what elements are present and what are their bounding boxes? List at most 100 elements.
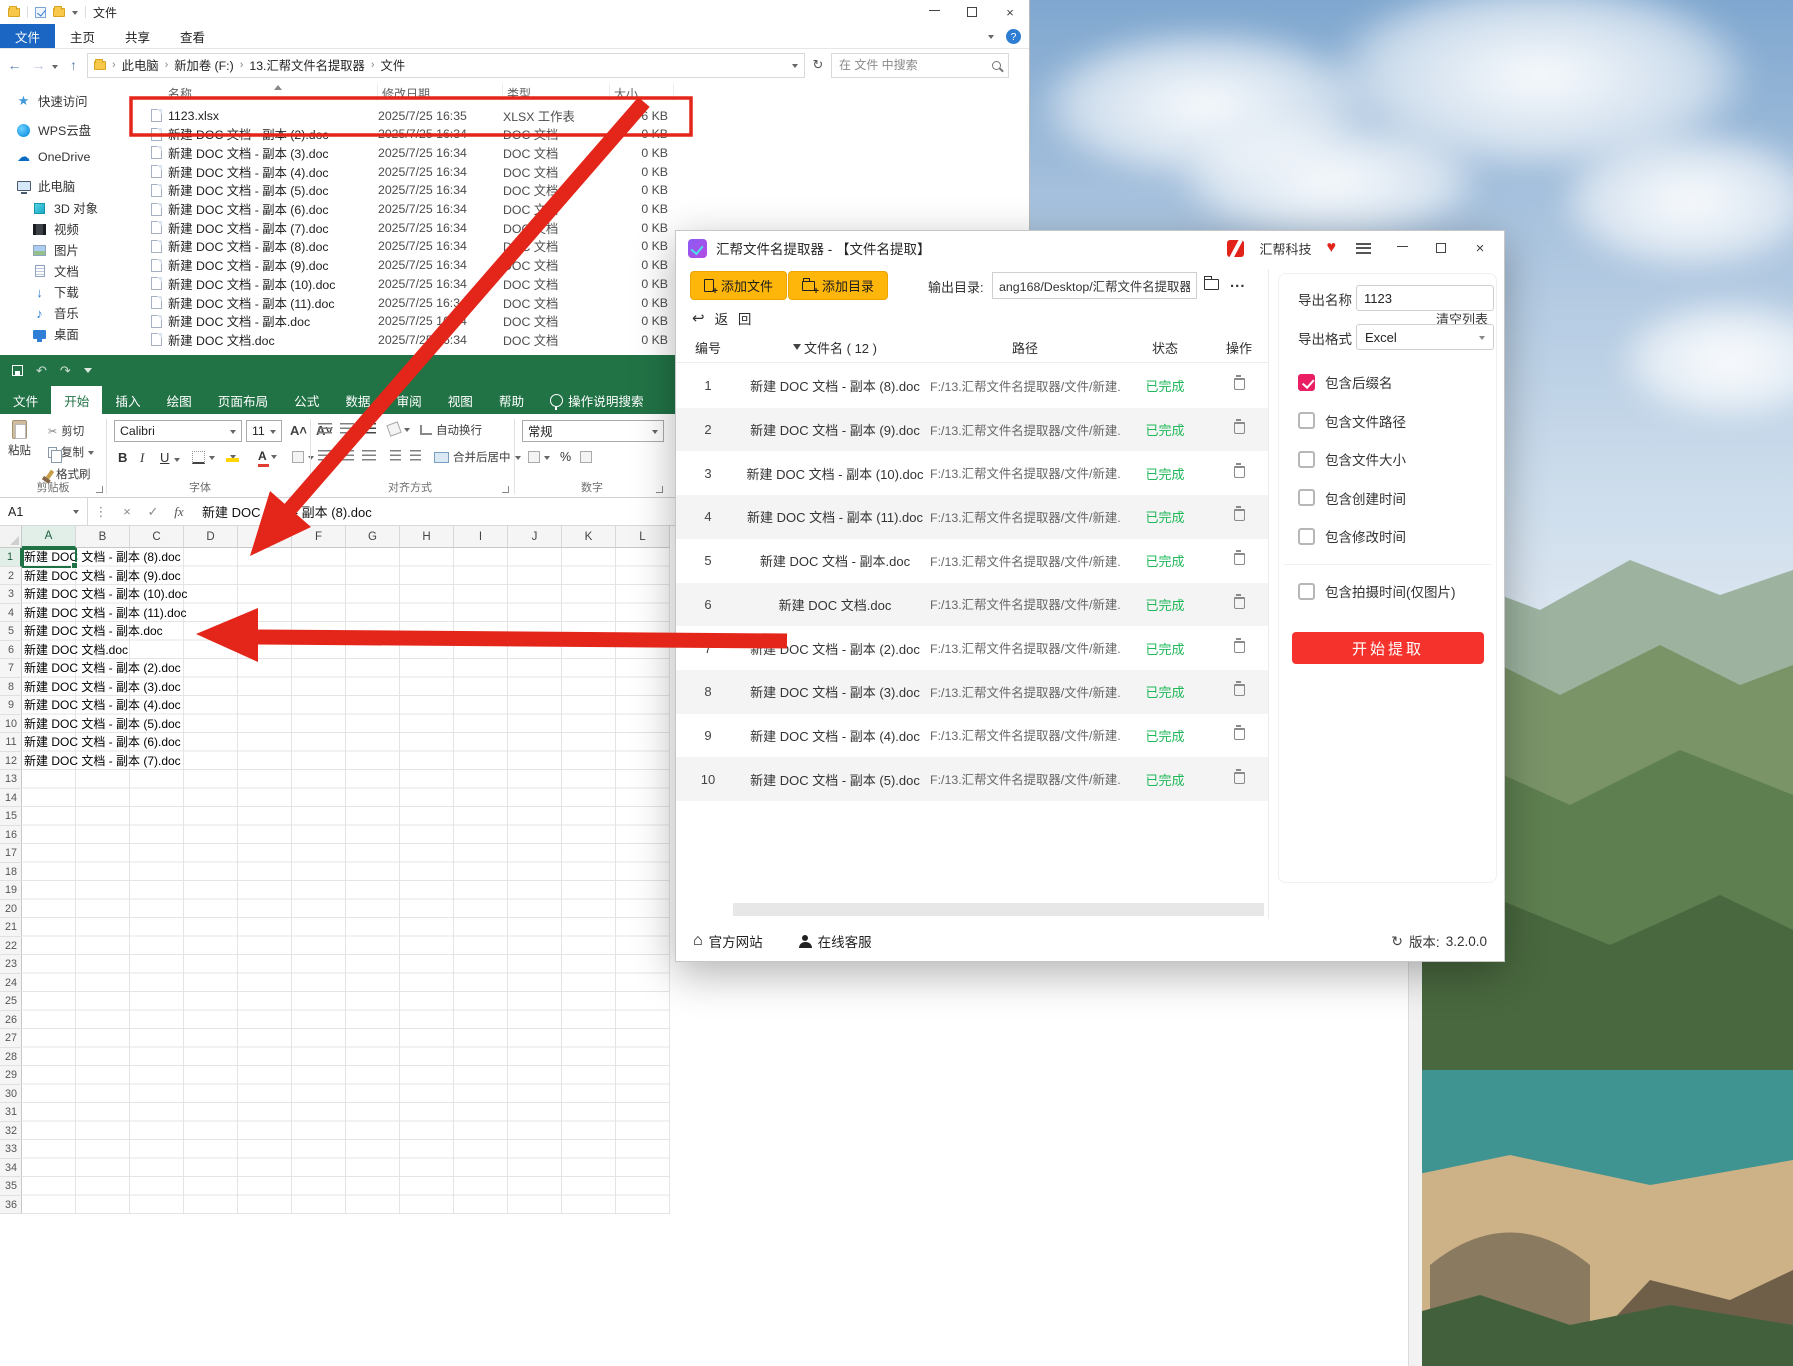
cut-button[interactable]: ✂ 剪切 — [48, 423, 84, 439]
checkbox-icon[interactable] — [1298, 583, 1315, 600]
excel-cell-value[interactable]: 新建 DOC 文档 - 副本 (11).doc — [24, 604, 186, 623]
number-format-select[interactable]: 常规 — [522, 420, 664, 442]
excel-tab[interactable]: 绘图 — [154, 386, 205, 414]
file-row[interactable]: 新建 DOC 文档 - 副本.doc2025/7/25 16:34DOC 文档0… — [140, 312, 674, 331]
borders-button[interactable] — [192, 451, 215, 464]
select-all-corner[interactable] — [0, 526, 22, 548]
excel-cell-value[interactable]: 新建 DOC 文档.doc — [24, 641, 128, 660]
minimize-button[interactable] — [1390, 236, 1414, 260]
font-dialog-launcher[interactable] — [298, 486, 305, 493]
excel-row-header[interactable]: 19 — [0, 881, 22, 900]
alignment-dialog-launcher[interactable] — [502, 486, 509, 493]
redo-icon[interactable]: ↷ — [60, 363, 71, 379]
export-option[interactable]: 包含修改时间 — [1298, 526, 1406, 546]
breadcrumb[interactable]: ›此电脑›新加卷 (F:)›13.汇帮文件名提取器›文件 — [87, 53, 805, 78]
excel-row-header[interactable]: 13 — [0, 770, 22, 789]
excel-row-header[interactable]: 8 — [0, 678, 22, 697]
menu-icon[interactable] — [1351, 236, 1375, 260]
export-option[interactable]: 包含后缀名 — [1298, 372, 1393, 392]
copy-button[interactable]: 复制 — [48, 444, 94, 460]
decrease-indent-icon[interactable] — [390, 450, 401, 461]
official-site-link[interactable]: ⌂ 官方网站 — [693, 931, 763, 951]
sidebar-item[interactable]: 视频 — [32, 220, 79, 238]
add-directory-button[interactable]: 添加目录 — [788, 271, 888, 300]
search-box[interactable] — [831, 53, 1009, 78]
chevron-down-icon[interactable] — [72, 11, 78, 18]
confirm-entry-icon[interactable]: ✓ — [140, 504, 166, 520]
fill-color-button[interactable] — [226, 451, 236, 462]
font-size-select[interactable]: 11 — [246, 420, 282, 442]
sidebar-item[interactable]: 此电脑 — [16, 177, 75, 195]
excel-row-header[interactable]: 18 — [0, 863, 22, 882]
excel-row-header[interactable]: 29 — [0, 1066, 22, 1085]
app-table-row[interactable]: 10新建 DOC 文档 - 副本 (5).docF:/13.汇帮文件名提取器/文… — [676, 757, 1268, 801]
excel-tab[interactable]: 视图 — [435, 386, 486, 414]
breadcrumb-segment[interactable]: 文件 — [381, 56, 406, 74]
checkbox-icon[interactable] — [1298, 412, 1315, 429]
formula-content[interactable]: 新建 DOC 文档 - 副本 (8).doc — [202, 502, 372, 521]
excel-row-header[interactable]: 28 — [0, 1048, 22, 1067]
scroll-track[interactable] — [733, 903, 1264, 916]
delete-icon[interactable] — [1234, 728, 1245, 740]
percent-style-button[interactable]: % — [560, 450, 571, 464]
file-row[interactable]: 新建 DOC 文档 - 副本 (2).doc2025/7/25 16:34DOC… — [140, 125, 674, 144]
excel-column-header[interactable]: H — [400, 526, 454, 548]
underline-button[interactable]: U — [160, 450, 169, 465]
insert-function-icon[interactable]: fx — [166, 504, 192, 520]
file-row[interactable]: 新建 DOC 文档 - 副本 (6).doc2025/7/25 16:34DOC… — [140, 200, 674, 219]
excel-cell-value[interactable]: 新建 DOC 文档 - 副本 (7).doc — [24, 752, 181, 771]
excel-cell-value[interactable]: 新建 DOC 文档 - 副本.doc — [24, 622, 163, 641]
excel-tab[interactable]: 文件 — [0, 386, 51, 414]
app-table-row[interactable]: 7新建 DOC 文档 - 副本 (2).docF:/13.汇帮文件名提取器/文件… — [676, 626, 1268, 670]
app-table-row[interactable]: 4新建 DOC 文档 - 副本 (11).docF:/13.汇帮文件名提取器/文… — [676, 495, 1268, 539]
sidebar-item[interactable]: 桌面 — [32, 325, 79, 343]
column-header[interactable]: 大小 — [610, 84, 674, 101]
add-file-button[interactable]: 添加文件 — [690, 271, 787, 300]
export-name-input[interactable] — [1356, 285, 1494, 311]
breadcrumb-segment[interactable]: 新加卷 (F:) — [174, 56, 233, 74]
excel-tab[interactable]: 审阅 — [384, 386, 435, 414]
column-header[interactable]: 名称 — [140, 84, 378, 101]
up-icon[interactable]: ↑ — [63, 57, 84, 73]
refresh-icon[interactable]: ↻ — [1391, 933, 1403, 950]
sidebar-item[interactable]: 图片 — [32, 241, 79, 259]
app-column-header[interactable]: 状态 — [1120, 338, 1210, 357]
close-button[interactable]: × — [991, 0, 1029, 24]
excel-row-header[interactable]: 4 — [0, 604, 22, 623]
export-option[interactable]: 包含文件路径 — [1298, 411, 1406, 431]
more-options-button[interactable]: ... — [1230, 274, 1246, 291]
export-option[interactable]: 包含文件大小 — [1298, 449, 1406, 469]
excel-row-header[interactable]: 30 — [0, 1085, 22, 1104]
breadcrumb-segment[interactable]: 此电脑 — [122, 56, 159, 74]
font-color-button[interactable]: A — [258, 449, 277, 463]
file-row[interactable]: 新建 DOC 文档 - 副本 (10).doc2025/7/25 16:34DO… — [140, 274, 674, 293]
excel-column-header[interactable]: D — [184, 526, 238, 548]
close-button[interactable]: × — [1468, 236, 1492, 260]
excel-row-header[interactable]: 9 — [0, 696, 22, 715]
align-top-icon[interactable] — [318, 423, 332, 434]
export-option[interactable]: 包含创建时间 — [1298, 488, 1406, 508]
file-row[interactable]: 新建 DOC 文档 - 副本 (8).doc2025/7/25 16:34DOC… — [140, 237, 674, 256]
back-button[interactable]: ↩ 返 回 — [692, 308, 754, 328]
align-center-icon[interactable] — [340, 450, 354, 461]
delete-icon[interactable] — [1234, 422, 1245, 434]
explorer-menu-tab[interactable]: 查看 — [165, 24, 220, 48]
excel-tab[interactable]: 帮助 — [486, 386, 537, 414]
explorer-menu-tab[interactable]: 主页 — [55, 24, 110, 48]
excel-row-header[interactable]: 1 — [0, 548, 22, 567]
app-table-row[interactable]: 2新建 DOC 文档 - 副本 (9).docF:/13.汇帮文件名提取器/文件… — [676, 408, 1268, 452]
forward-icon[interactable]: → — [28, 57, 49, 73]
align-right-icon[interactable] — [362, 450, 376, 461]
checkbox-icon[interactable] — [1298, 451, 1315, 468]
delete-icon[interactable] — [1234, 553, 1245, 565]
file-row[interactable]: 新建 DOC 文档 - 副本 (4).doc2025/7/25 16:34DOC… — [140, 162, 674, 181]
excel-cell-value[interactable]: 新建 DOC 文档 - 副本 (5).doc — [24, 715, 181, 734]
search-input[interactable] — [839, 58, 987, 72]
app-column-header[interactable]: 操作 — [1210, 338, 1268, 357]
cancel-entry-icon[interactable]: × — [114, 504, 140, 519]
app-column-header[interactable]: 文件名 ( 12 ) — [740, 338, 930, 357]
excel-row-header[interactable]: 5 — [0, 622, 22, 641]
excel-tab[interactable]: 开始 — [51, 386, 102, 414]
excel-row-header[interactable]: 27 — [0, 1029, 22, 1048]
app-column-header[interactable]: 路径 — [930, 338, 1120, 357]
